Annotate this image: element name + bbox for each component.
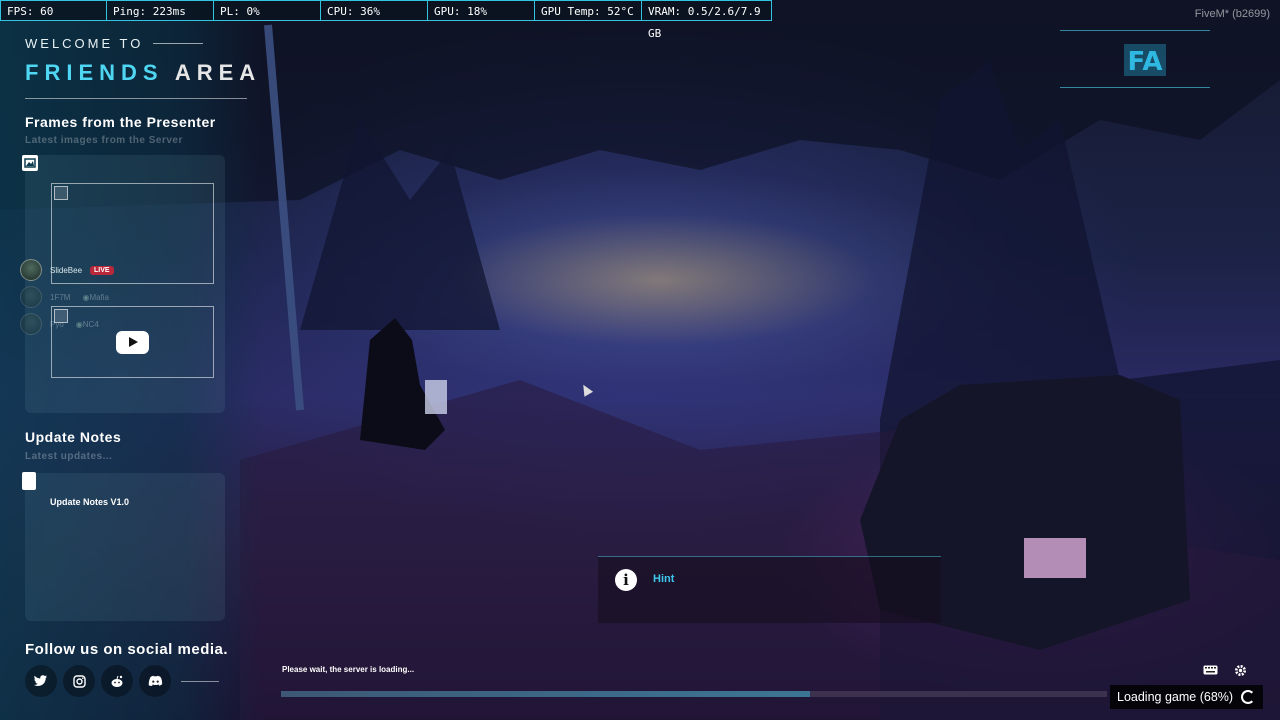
left-panel: WELCOME TO FRIENDS AREA Frames from the … [0, 0, 262, 720]
hint-title: Hint [653, 573, 675, 585]
loading-message: Please wait, the server is loading... [282, 665, 415, 674]
info-icon: i [615, 569, 637, 591]
divider [25, 98, 247, 99]
ping-readout: Ping: 223ms [107, 0, 214, 21]
updates-card [25, 473, 225, 621]
frames-section-subtitle: Latest images from the Server [25, 135, 183, 146]
social-section-title: Follow us on social media. [25, 641, 229, 658]
logo-text: FA [1128, 47, 1163, 77]
streamer-tag: NC4 [82, 319, 99, 329]
live-badge: LIVE [90, 265, 114, 275]
updates-section-subtitle: Latest updates... [25, 451, 113, 462]
divider [181, 680, 219, 682]
loading-game-text: Loading game (68%) [1117, 690, 1234, 704]
gpu-readout: GPU: 18% [428, 0, 535, 21]
discord-icon[interactable] [139, 665, 171, 697]
updates-section-title: Update Notes [25, 429, 122, 445]
spinner-icon [1241, 690, 1256, 704]
avatar [20, 259, 42, 281]
streamer-name: Pyo [50, 319, 64, 329]
gallery-icon[interactable] [22, 155, 38, 171]
streamer-item[interactable]: Pyo ◉ NC4 [20, 313, 107, 335]
twitter-icon[interactable] [25, 665, 57, 697]
hint-box: i Hint [598, 556, 941, 623]
vram-readout: VRAM: 0.5/2.6/7.9 GB [642, 0, 772, 40]
settings-gear-icon[interactable] [1228, 658, 1252, 682]
viewer-icon: ◉ [82, 292, 90, 302]
loading-progress-bar [281, 691, 1107, 697]
youtube-play-button[interactable] [116, 331, 149, 354]
loading-progress-fill [281, 691, 810, 697]
cpu-readout: CPU: 36% [321, 0, 428, 21]
reddit-icon[interactable] [101, 665, 133, 697]
social-links [25, 665, 219, 697]
avatar [20, 286, 42, 308]
packet-loss-readout: PL: 0% [214, 0, 321, 21]
server-title-part2: AREA [174, 60, 262, 85]
streamer-item[interactable]: 1F7M ◉ Mafia [20, 286, 117, 308]
keyboard-icon[interactable] [1198, 658, 1222, 682]
streamer-item[interactable]: SlideBee LIVE [20, 259, 114, 281]
server-logo: FA [1118, 42, 1172, 78]
client-version-label: FiveM* (b2699) [1194, 8, 1270, 20]
loading-game-status: Loading game (68%) [1110, 685, 1264, 709]
streamer-name: SlideBee [50, 265, 83, 275]
streamer-tag: Mafia [89, 292, 109, 302]
fps-readout: FPS: 60 [0, 0, 107, 21]
frames-section-title: Frames from the Presenter [25, 114, 216, 130]
gpu-temp-readout: GPU Temp: 52°C [535, 0, 642, 21]
welcome-row: WELCOME TO [25, 36, 204, 51]
document-icon[interactable] [22, 472, 36, 490]
instagram-icon[interactable] [63, 665, 95, 697]
divider [153, 43, 204, 44]
viewer-icon: ◉ [75, 319, 83, 329]
server-title: FRIENDS AREA [25, 60, 261, 86]
update-note-title[interactable]: Update Notes V1.0 [50, 497, 129, 507]
avatar [20, 313, 42, 335]
broken-image-icon [54, 186, 68, 200]
streamer-name: 1F7M [50, 292, 71, 302]
server-title-part1: FRIENDS [25, 60, 164, 85]
welcome-text: WELCOME TO [25, 36, 144, 51]
performance-overlay: FPS: 60 Ping: 223ms PL: 0% CPU: 36% GPU:… [0, 0, 772, 40]
